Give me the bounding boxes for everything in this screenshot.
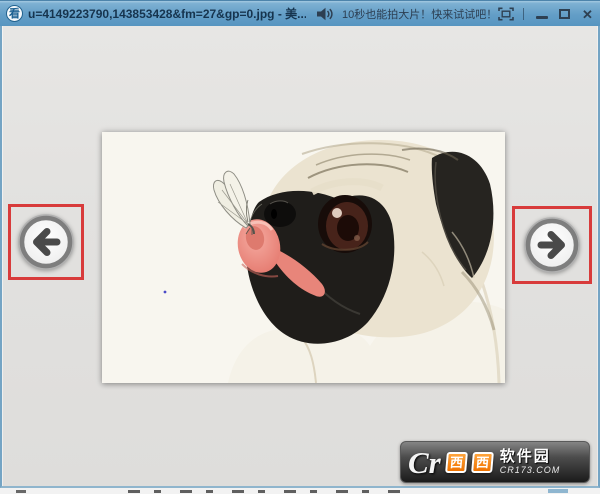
minimize-button[interactable] bbox=[533, 5, 550, 23]
next-button[interactable] bbox=[524, 217, 580, 273]
window-title: u=4149223790,143853428&fm=27&gp=0.jpg - … bbox=[28, 1, 306, 27]
close-button[interactable]: ✕ bbox=[579, 5, 596, 23]
watermark-tile-2: 西 bbox=[471, 452, 494, 473]
prev-button[interactable] bbox=[18, 214, 74, 270]
screenshot-root: 看 u=4149223790,143853428&fm=27&gp=0.jpg … bbox=[0, 0, 600, 494]
cutoff-strip bbox=[0, 488, 600, 494]
arrow-left-icon bbox=[18, 214, 74, 270]
watermark-name: 软件园 bbox=[500, 449, 561, 464]
cutoff-artifacts bbox=[128, 490, 400, 493]
fullscreen-button[interactable] bbox=[497, 5, 514, 23]
watermark-tile-1: 西 bbox=[445, 452, 468, 473]
promo-text[interactable]: 10秒也能拍大片！快来试试吧！ bbox=[342, 6, 497, 22]
controls-separator bbox=[523, 8, 524, 20]
speaker-icon[interactable] bbox=[316, 7, 334, 21]
photo-pug bbox=[102, 132, 505, 383]
titlebar-promo[interactable]: 10秒也能拍大片！快来试试吧！ bbox=[316, 1, 497, 27]
window-controls: ✕ bbox=[497, 1, 596, 27]
close-icon: ✕ bbox=[582, 8, 593, 21]
prev-button-highlight bbox=[8, 204, 84, 280]
arrow-right-icon bbox=[524, 217, 580, 273]
app-window: 看 u=4149223790,143853428&fm=27&gp=0.jpg … bbox=[0, 0, 600, 488]
minimize-icon bbox=[536, 16, 548, 19]
app-icon[interactable]: 看 bbox=[6, 5, 23, 22]
viewer-content: Cr 西 西 软件园 CR173.COM bbox=[2, 26, 598, 486]
fullscreen-icon bbox=[498, 7, 514, 21]
maximize-button[interactable] bbox=[556, 5, 573, 23]
title-bar: 看 u=4149223790,143853428&fm=27&gp=0.jpg … bbox=[0, 0, 600, 26]
watermark-cr-logo: Cr bbox=[408, 447, 441, 478]
cutoff-artifact-blue bbox=[548, 489, 568, 493]
pug-photo-illustration bbox=[102, 132, 505, 383]
maximize-icon bbox=[559, 9, 570, 19]
cutoff-artifact bbox=[16, 490, 26, 493]
watermark-site: CR173.COM bbox=[500, 466, 561, 475]
next-button-highlight bbox=[512, 206, 592, 284]
site-watermark: Cr 西 西 软件园 CR173.COM bbox=[400, 441, 590, 483]
